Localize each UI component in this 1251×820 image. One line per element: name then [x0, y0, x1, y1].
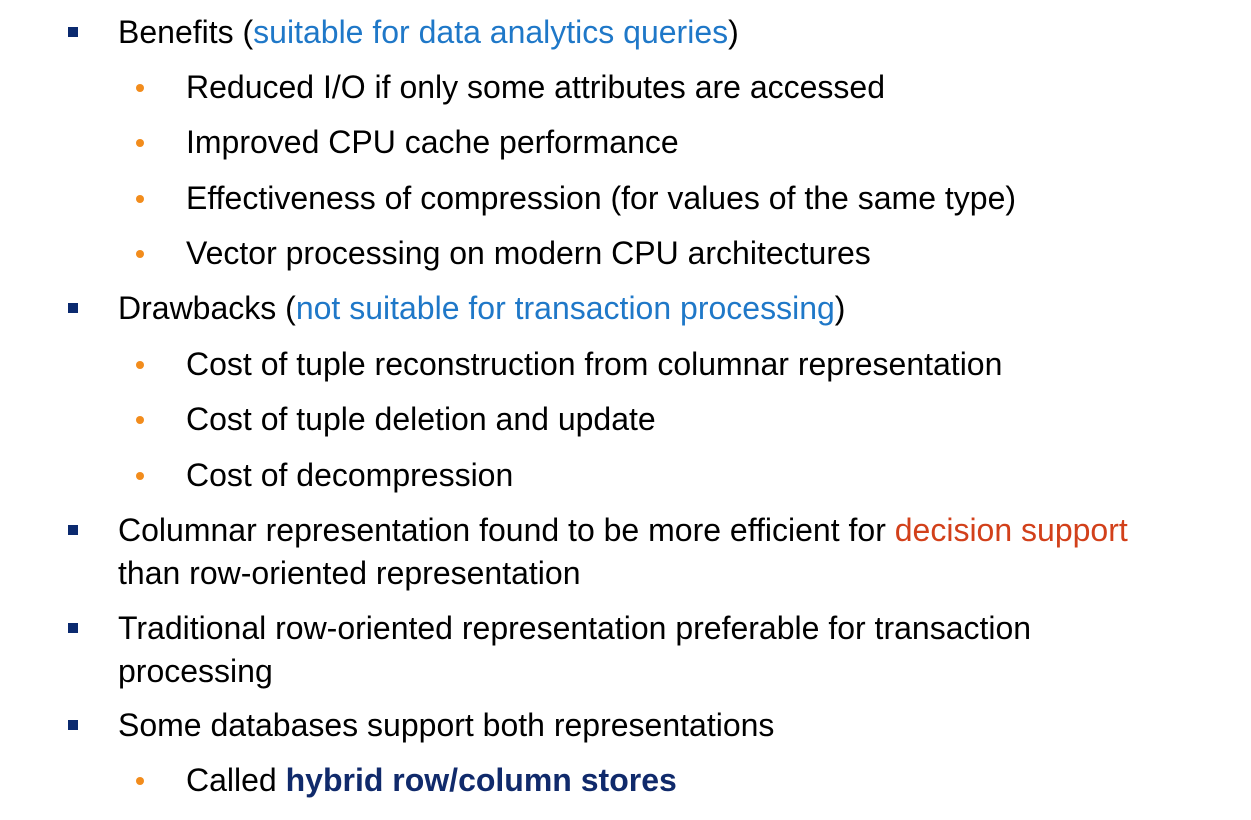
- square-bullet-icon: [68, 623, 78, 633]
- bullet-text: Traditional row-oriented representation …: [118, 610, 1032, 646]
- sub-bullet: Vector processing on modern CPU architec…: [186, 233, 871, 273]
- emphasis-text: hybrid row/column stores: [285, 762, 677, 798]
- square-bullet-icon: [68, 720, 78, 730]
- dot-bullet-icon: [136, 416, 144, 424]
- bullet-row-oriented-line2: processing: [118, 651, 273, 691]
- dot-bullet-icon: [136, 139, 144, 147]
- bullet-hybrid: Some databases support both representati…: [118, 705, 774, 745]
- dot-bullet-icon: [136, 472, 144, 480]
- bullet-text: Cost of tuple reconstruction from column…: [186, 346, 1003, 382]
- bullet-text: Drawbacks (: [118, 290, 296, 326]
- bullet-text-end: ): [728, 14, 739, 50]
- highlight-text: suitable for data analytics queries: [253, 14, 729, 50]
- bullet-text: Effectiveness of compression (for values…: [186, 180, 1017, 216]
- dot-bullet-icon: [136, 195, 144, 203]
- dot-bullet-icon: [136, 84, 144, 92]
- bullet-text: Benefits (: [118, 14, 254, 50]
- square-bullet-icon: [68, 303, 78, 313]
- highlight-text: decision support: [894, 512, 1128, 548]
- bullet-text: Cost of tuple deletion and update: [186, 401, 656, 437]
- bullet-columnar: Columnar representation found to be more…: [118, 510, 1128, 550]
- bullet-text: processing: [118, 653, 273, 689]
- sub-bullet: Cost of tuple deletion and update: [186, 399, 656, 439]
- square-bullet-icon: [68, 525, 78, 535]
- bullet-text: Called: [186, 762, 286, 798]
- bullet-columnar-line2: than row-oriented representation: [118, 553, 581, 593]
- sub-bullet: Improved CPU cache performance: [186, 122, 679, 162]
- bullet-row-oriented: Traditional row-oriented representation …: [118, 608, 1031, 648]
- bullet-text: Improved CPU cache performance: [186, 124, 679, 160]
- sub-bullet: Cost of tuple reconstruction from column…: [186, 344, 1002, 384]
- bullet-text: than row-oriented representation: [118, 555, 581, 591]
- slide: Benefits (suitable for data analytics qu…: [0, 0, 1251, 820]
- dot-bullet-icon: [136, 777, 144, 785]
- bullet-text-end: ): [834, 290, 846, 326]
- bullet-text: Cost of decompression: [186, 457, 514, 493]
- square-bullet-icon: [68, 27, 78, 37]
- sub-bullet: Reduced I/O if only some attributes are …: [186, 67, 885, 107]
- bullet-benefits: Benefits (suitable for data analytics qu…: [118, 12, 739, 52]
- bullet-text: Reduced I/O if only some attributes are …: [186, 69, 886, 105]
- bullet-text: Some databases support both representati…: [118, 707, 775, 743]
- dot-bullet-icon: [136, 361, 144, 369]
- dot-bullet-icon: [136, 250, 144, 258]
- sub-bullet: Cost of decompression: [186, 455, 513, 495]
- bullet-text: Columnar representation found to be more…: [118, 512, 895, 548]
- sub-bullet: Called hybrid row/column stores: [186, 760, 677, 800]
- sub-bullet: Effectiveness of compression (for values…: [186, 178, 1016, 218]
- highlight-text: not suitable for transaction processing: [295, 290, 835, 326]
- bullet-text: Vector processing on modern CPU architec…: [186, 235, 871, 271]
- bullet-drawbacks: Drawbacks (not suitable for transaction …: [118, 288, 845, 328]
